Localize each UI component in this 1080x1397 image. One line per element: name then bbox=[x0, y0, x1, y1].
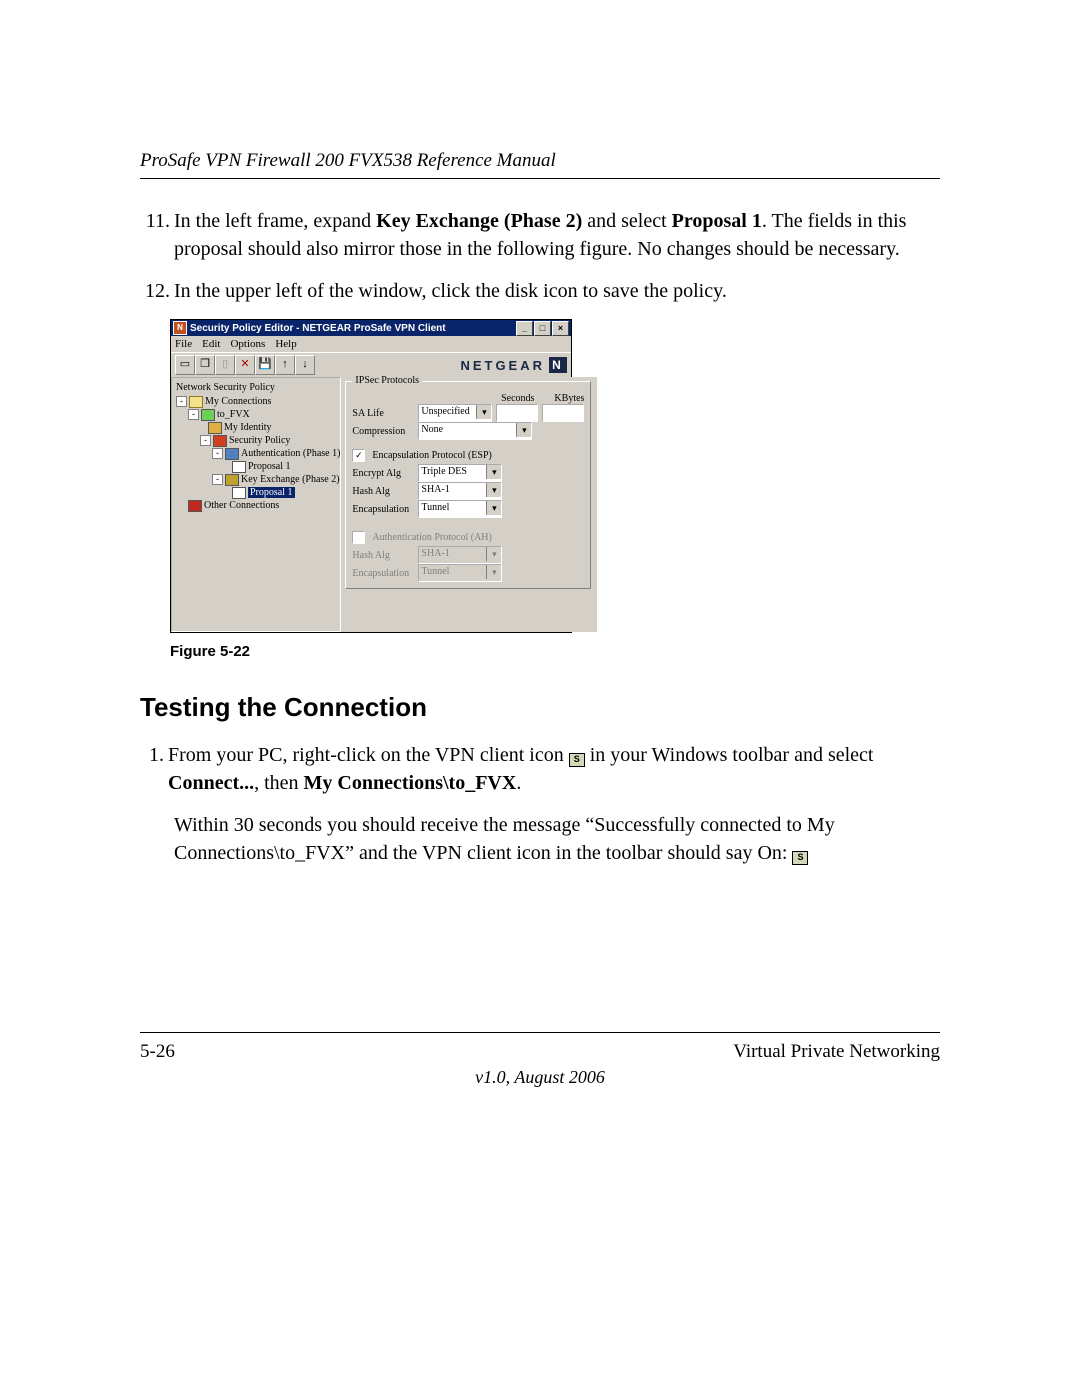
chapter-name: Virtual Private Networking bbox=[733, 1041, 940, 1063]
step-body: In the upper left of the window, click t… bbox=[174, 277, 940, 305]
window-titlebar[interactable]: N Security Policy Editor - NETGEAR ProSa… bbox=[171, 320, 571, 336]
label-encap: Encapsulation bbox=[352, 504, 414, 515]
toolbar-copy-icon[interactable]: ❐ bbox=[195, 355, 215, 375]
tree-key-exchange-phase2[interactable]: -Key Exchange (Phase 2) bbox=[174, 473, 340, 486]
hash-select[interactable]: SHA-1▾ bbox=[418, 482, 502, 500]
security-policy-editor-window: N Security Policy Editor - NETGEAR ProSa… bbox=[170, 319, 572, 633]
app-icon: N bbox=[173, 321, 187, 335]
label-encrypt: Encrypt Alg bbox=[352, 468, 414, 479]
bold: Connect... bbox=[168, 772, 254, 794]
toolbar-save-icon[interactable]: 💾 bbox=[255, 355, 275, 375]
toolbar-paste-icon[interactable]: ▯ bbox=[215, 355, 235, 375]
proposal-properties: Seconds KBytes SA Life Unspecified▾ Comp… bbox=[341, 377, 597, 632]
tree-auth-phase1[interactable]: -Authentication (Phase 1) bbox=[174, 447, 340, 460]
text: , then bbox=[254, 772, 303, 794]
label-esp: Encapsulation Protocol (ESP) bbox=[372, 450, 491, 461]
step-number: 1. bbox=[140, 741, 164, 797]
toolbar-down-icon[interactable]: ↓ bbox=[295, 355, 315, 375]
policy-tree[interactable]: Network Security Policy -My Connections … bbox=[171, 377, 341, 632]
tree-to-fvx[interactable]: -to_FVX bbox=[174, 408, 340, 421]
label-hash2: Hash Alg bbox=[352, 550, 414, 561]
ipsec-protocols-group: Seconds KBytes SA Life Unspecified▾ Comp… bbox=[345, 381, 591, 589]
salife-select[interactable]: Unspecified▾ bbox=[418, 404, 492, 422]
brand-icon: N bbox=[549, 357, 567, 373]
maximize-button[interactable]: □ bbox=[534, 321, 551, 336]
text: in your Windows toolbar and select bbox=[585, 744, 874, 766]
version-footer: v1.0, August 2006 bbox=[140, 1067, 940, 1088]
page-number: 5-26 bbox=[140, 1041, 175, 1063]
tree-title: Network Security Policy bbox=[174, 380, 340, 395]
bold: Key Exchange (Phase 2) bbox=[376, 210, 582, 232]
ah-encap-select: Tunnel▾ bbox=[418, 564, 502, 582]
tree-proposal1-p2[interactable]: Proposal 1 bbox=[174, 486, 340, 499]
paragraph: Within 30 seconds you should receive the… bbox=[174, 811, 940, 867]
encrypt-select[interactable]: Triple DES▾ bbox=[418, 464, 502, 482]
label-kbytes: KBytes bbox=[554, 393, 584, 404]
menu-help[interactable]: Help bbox=[275, 338, 296, 350]
label-ah: Authentication Protocol (AH) bbox=[372, 532, 491, 543]
section-heading: Testing the Connection bbox=[140, 692, 940, 723]
text: From your PC, right-click on the VPN cli… bbox=[168, 744, 569, 766]
menu-file[interactable]: File bbox=[175, 338, 192, 350]
ah-hash-select: SHA-1▾ bbox=[418, 546, 502, 564]
close-button[interactable]: × bbox=[552, 321, 569, 336]
salife-seconds-input[interactable] bbox=[496, 404, 538, 422]
tree-proposal1-p1[interactable]: Proposal 1 bbox=[174, 460, 340, 473]
tree-other-connections[interactable]: Other Connections bbox=[174, 499, 340, 512]
bold: My Connections\to_FVX bbox=[304, 772, 517, 794]
text: and select bbox=[582, 210, 671, 232]
text: In the left frame, expand bbox=[174, 210, 376, 232]
menu-options[interactable]: Options bbox=[230, 338, 265, 350]
step-number: 12. bbox=[140, 277, 170, 305]
toolbar-delete-icon[interactable]: ✕ bbox=[235, 355, 255, 375]
header-rule bbox=[140, 178, 940, 179]
figure-caption: Figure 5-22 bbox=[170, 643, 940, 660]
step-12: 12. In the upper left of the window, cli… bbox=[140, 277, 940, 305]
netgear-logo: NETGEAR N bbox=[460, 357, 567, 373]
text: . bbox=[516, 772, 521, 794]
brand-text: NETGEAR bbox=[460, 358, 545, 373]
salife-kbytes-input[interactable] bbox=[542, 404, 584, 422]
step-number: 11. bbox=[140, 207, 170, 263]
tree-security-policy[interactable]: -Security Policy bbox=[174, 434, 340, 447]
label-hash: Hash Alg bbox=[352, 486, 414, 497]
toolbar-new-icon[interactable]: ▭ bbox=[175, 355, 195, 375]
label-encap2: Encapsulation bbox=[352, 568, 414, 579]
step-body: In the left frame, expand Key Exchange (… bbox=[174, 207, 940, 263]
bold: Proposal 1 bbox=[672, 210, 762, 232]
ah-checkbox[interactable] bbox=[352, 531, 365, 544]
text: Within 30 seconds you should receive the… bbox=[174, 814, 835, 864]
tree-my-connections[interactable]: -My Connections bbox=[174, 395, 340, 408]
test-step-1: 1. From your PC, right-click on the VPN … bbox=[140, 741, 940, 797]
toolbar-up-icon[interactable]: ↑ bbox=[275, 355, 295, 375]
encapsulation-select[interactable]: Tunnel▾ bbox=[418, 500, 502, 518]
label-compression: Compression bbox=[352, 426, 414, 437]
vpn-client-tray-icon-on: S bbox=[792, 851, 808, 865]
esp-checkbox[interactable]: ✓ bbox=[352, 449, 365, 462]
tree-my-identity[interactable]: My Identity bbox=[174, 421, 340, 434]
compression-select[interactable]: None▾ bbox=[418, 422, 532, 440]
menubar: File Edit Options Help bbox=[171, 336, 571, 352]
label-seconds: Seconds bbox=[501, 393, 534, 404]
page-header: ProSafe VPN Firewall 200 FVX538 Referenc… bbox=[140, 150, 940, 172]
step-11: 11. In the left frame, expand Key Exchan… bbox=[140, 207, 940, 263]
vpn-client-tray-icon: S bbox=[569, 753, 585, 767]
footer-rule bbox=[140, 1032, 940, 1033]
window-title: Security Policy Editor - NETGEAR ProSafe… bbox=[190, 323, 446, 334]
figure-5-22: N Security Policy Editor - NETGEAR ProSa… bbox=[170, 319, 940, 633]
menu-edit[interactable]: Edit bbox=[202, 338, 220, 350]
toolbar: ▭ ❐ ▯ ✕ 💾 ↑ ↓ NETGEAR N bbox=[171, 352, 571, 377]
label-salife: SA Life bbox=[352, 408, 414, 419]
step-body: From your PC, right-click on the VPN cli… bbox=[168, 741, 940, 797]
minimize-button[interactable]: _ bbox=[516, 321, 533, 336]
